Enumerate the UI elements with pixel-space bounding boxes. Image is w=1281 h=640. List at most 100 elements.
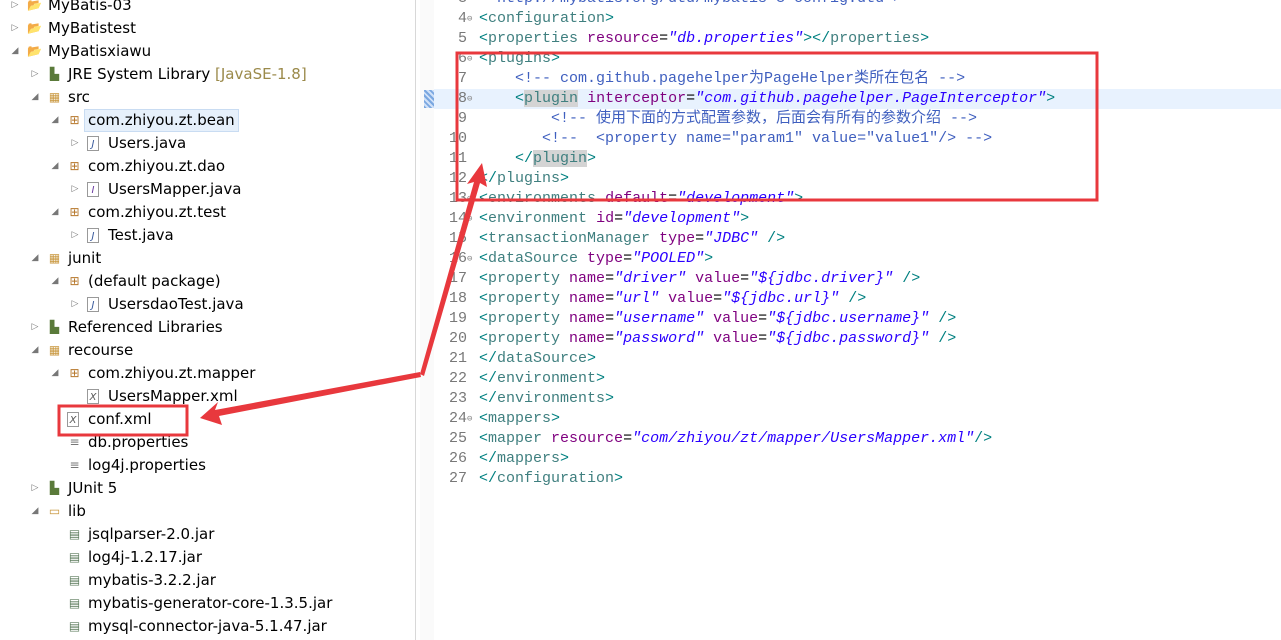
tree-item[interactable]: ◢ ▦ junit [0, 247, 416, 270]
code-line[interactable]: 10 <!-- <property name="param1" value="v… [434, 129, 1281, 149]
expanded-arrow-icon[interactable]: ◢ [49, 362, 61, 385]
collapsed-arrow-icon[interactable]: ▷ [29, 316, 41, 339]
code-line[interactable]: 15 <transactionManager type="JDBC" /> [434, 229, 1281, 249]
token-eq: = [695, 230, 705, 247]
code-line[interactable]: 13 ⊖ <environments default="development"> [434, 189, 1281, 209]
code-line[interactable]: 4 ⊖ <configuration> [434, 9, 1281, 29]
tree-item[interactable]: ▷ 📂 MyBatistest [0, 17, 416, 40]
code-line[interactable]: 12 </plugins> [434, 169, 1281, 189]
tree-item[interactable]: ▷ ▙ JRE System Library [JavaSE-1.8] [0, 63, 416, 86]
tree-item[interactable]: ▷ J UsersdaoTest.java [0, 293, 416, 316]
token-attr: type [587, 250, 624, 267]
tree-item[interactable]: X UsersMapper.xml [0, 385, 416, 408]
token-br: > [587, 350, 597, 367]
collapsed-arrow-icon[interactable]: ▷ [29, 477, 41, 500]
tree-item[interactable]: ▷ ▙ JUnit 5 [0, 477, 416, 500]
code-line[interactable]: 18 <property name="url" value="${jdbc.url… [434, 289, 1281, 309]
tree-item[interactable]: ▷ ▙ Referenced Libraries [0, 316, 416, 339]
code-line[interactable]: 6 ⊖ <plugins> [434, 49, 1281, 69]
tree-item[interactable]: ◢ ▦ src [0, 86, 416, 109]
tree-item[interactable]: ▤ jsqlparser-2.0.jar [0, 523, 416, 546]
code-line[interactable]: 9 <!-- 使用下面的方式配置参数，后面会有所有的参数介绍 --> [434, 109, 1281, 129]
expanded-arrow-icon[interactable]: ◢ [29, 500, 41, 523]
code-line[interactable]: 25 <mapper resource="com/zhiyou/zt/mapper… [434, 429, 1281, 449]
token-attr: default [605, 190, 669, 207]
expanded-arrow-icon[interactable]: ◢ [29, 86, 41, 109]
tree-item[interactable]: ▤ mybatis-3.2.2.jar [0, 569, 416, 592]
collapsed-arrow-icon[interactable]: ▷ [29, 63, 41, 86]
tree-item[interactable]: ▷ 📂 MyBatis-03 [0, 0, 416, 17]
token-attr: value [668, 290, 714, 307]
code-line[interactable]: 24 ⊖ <mappers> [434, 409, 1281, 429]
tree-item[interactable]: ▷ J Test.java [0, 224, 416, 247]
expanded-arrow-icon[interactable]: ◢ [29, 339, 41, 362]
code-line[interactable]: 26 </mappers> [434, 449, 1281, 469]
code-line[interactable]: 3 "http://mybatis.org/dtd/mybatis-3-conf… [434, 0, 1281, 9]
fold-icon[interactable]: ⊖ [467, 49, 472, 69]
expanded-arrow-icon[interactable]: ◢ [29, 247, 41, 270]
code-line[interactable]: 14 ⊖ <environment id="development"> [434, 209, 1281, 229]
tree-item[interactable]: Xconf.xml [0, 408, 416, 431]
fold-icon[interactable]: ⊖ [467, 409, 472, 429]
tree-item[interactable]: ▤ mysql-connector-java-5.1.47.jar [0, 615, 416, 638]
fold-icon[interactable]: ⊖ [467, 209, 472, 229]
expanded-arrow-icon[interactable]: ◢ [49, 109, 61, 132]
line-number: 9 [457, 110, 467, 127]
code-line[interactable]: 20 <property name="password" value="${jdb… [434, 329, 1281, 349]
tree-item[interactable]: ◢ ⊞ com.zhiyou.zt.test [0, 201, 416, 224]
code-line[interactable]: 16 ⊖ <dataSource type="POOLED"> [434, 249, 1281, 269]
tree-item[interactable]: ≡ log4j.properties [0, 454, 416, 477]
token-eq: = [740, 270, 750, 287]
collapsed-arrow-icon[interactable]: ▷ [69, 178, 81, 201]
tree-item[interactable]: ▷ J Users.java [0, 132, 416, 155]
tree-item[interactable]: ◢ ⊞ (default package) [0, 270, 416, 293]
tree-item[interactable]: ◢ ▦ recourse [0, 339, 416, 362]
collapsed-arrow-icon[interactable]: ▷ [9, 17, 21, 40]
token-tag: properties [830, 30, 921, 47]
label-text: MyBatisxiawu [48, 42, 152, 60]
code-line[interactable]: 5 <properties resource="db.properties"></… [434, 29, 1281, 49]
expanded-arrow-icon[interactable]: ◢ [49, 155, 61, 178]
expanded-arrow-icon[interactable]: ◢ [9, 40, 21, 63]
xml-editor[interactable]: 3 "http://mybatis.org/dtd/mybatis-3-conf… [420, 0, 1281, 640]
tree-item[interactable]: ◢ ⊞ com.zhiyou.zt.bean [0, 109, 416, 132]
tree-item[interactable]: ◢ 📂 MyBatisxiawu [0, 40, 416, 63]
fold-icon[interactable]: ⊖ [467, 189, 472, 209]
tree-item[interactable]: ◢ ▭ lib [0, 500, 416, 523]
collapsed-arrow-icon[interactable]: ▷ [69, 132, 81, 155]
code-line[interactable]: 11 </plugin> [434, 149, 1281, 169]
tree-item-label: mybatis-generator-core-1.3.5.jar [88, 592, 332, 615]
tree-item[interactable]: ▷ I UsersMapper.java [0, 178, 416, 201]
code-text: <!-- com.github.pagehelper为PageHelper类所在… [479, 69, 965, 89]
code-line[interactable]: 8 ⊖ <plugin interceptor="com.github.pageh… [434, 89, 1281, 109]
collapsed-arrow-icon[interactable]: ▷ [9, 0, 21, 17]
tree-item-label: Test.java [108, 224, 174, 247]
code-line[interactable]: 22 </environment> [434, 369, 1281, 389]
code-line[interactable]: 27 </configuration> [434, 469, 1281, 489]
line-number: 23 [448, 390, 467, 407]
tree-item-label: log4j.properties [88, 454, 206, 477]
properties-file-icon: ≡ [69, 435, 80, 449]
code-text: <!-- 使用下面的方式配置参数，后面会有所有的参数介绍 --> [479, 109, 977, 129]
expanded-arrow-icon[interactable]: ◢ [49, 270, 61, 293]
fold-icon[interactable]: ⊖ [467, 89, 472, 109]
code-line[interactable]: 21 </dataSource> [434, 349, 1281, 369]
code-text: <plugins> [479, 49, 560, 69]
fold-icon[interactable]: ⊖ [467, 249, 472, 269]
code-line[interactable]: 17 <property name="driver" value="${jdbc.… [434, 269, 1281, 289]
code-line[interactable]: 23 </environments> [434, 389, 1281, 409]
code-line[interactable]: 19 <property name="username" value="${jdb… [434, 309, 1281, 329]
code-line[interactable]: 7 <!-- com.github.pagehelper为PageHelper类… [434, 69, 1281, 89]
tree-item[interactable]: ▤ mybatis-generator-core-1.3.5.jar [0, 592, 416, 615]
collapsed-arrow-icon[interactable]: ▷ [69, 224, 81, 247]
fold-icon[interactable]: ⊖ [467, 9, 472, 29]
expanded-arrow-icon[interactable]: ◢ [49, 201, 61, 224]
collapsed-arrow-icon[interactable]: ▷ [69, 293, 81, 316]
tree-item[interactable]: ▤ log4j-1.2.17.jar [0, 546, 416, 569]
tree-item[interactable]: ◢ ⊞ com.zhiyou.zt.dao [0, 155, 416, 178]
tree-item[interactable]: ≡ db.properties [0, 431, 416, 454]
tree-item[interactable]: ◢ ⊞ com.zhiyou.zt.mapper [0, 362, 416, 385]
token-br: < [479, 310, 489, 327]
